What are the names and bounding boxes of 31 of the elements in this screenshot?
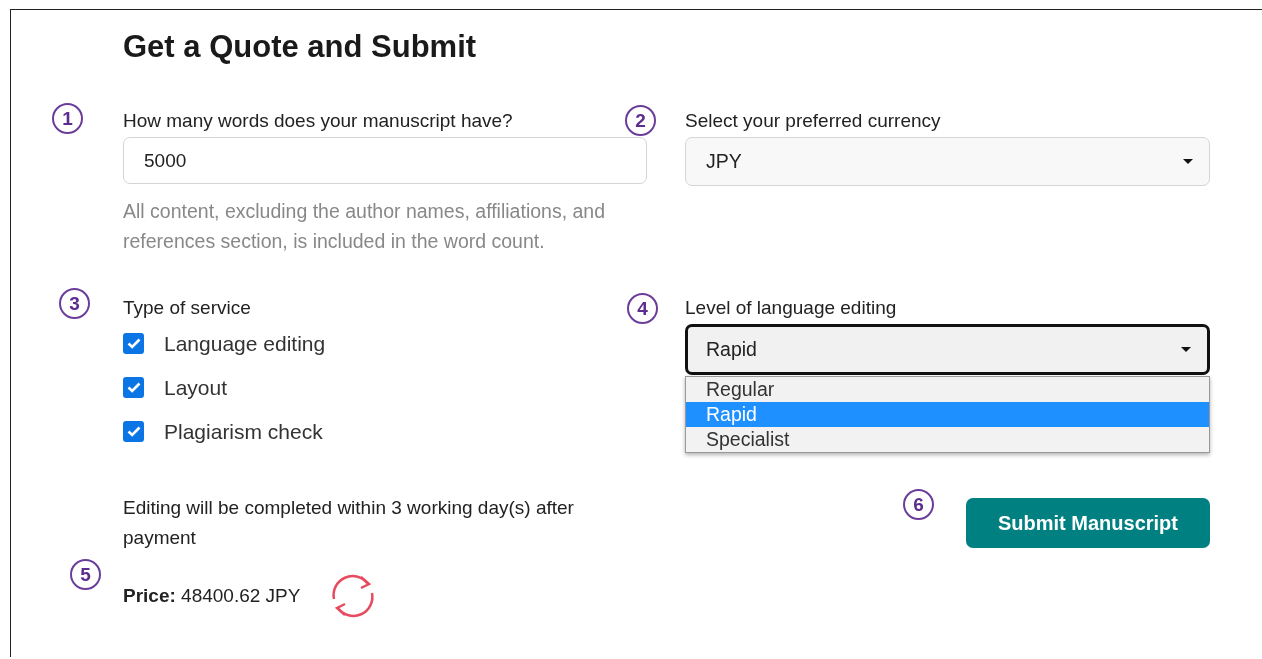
checkbox-label: Layout: [164, 375, 228, 401]
checkbox[interactable]: [123, 333, 144, 354]
page-title: Get a Quote and Submit: [123, 29, 478, 65]
step-number: 4: [627, 293, 658, 324]
checkmark-icon: [126, 382, 141, 393]
field-label: Type of service: [123, 296, 251, 320]
caret-icon: [1183, 158, 1193, 165]
checkbox[interactable]: [123, 377, 144, 398]
step-number: 2: [625, 105, 656, 136]
field-label: Level of language editing: [685, 296, 897, 320]
checkmark-icon: [126, 426, 141, 437]
dropdown-option[interactable]: Specialist: [686, 427, 1209, 452]
field-label: Select your preferred currency: [685, 109, 941, 133]
completion-note: Editing will be completed within 3 working day(s) after payment: [123, 496, 575, 550]
checkbox-label: Plagiarism check: [164, 419, 323, 445]
caret-icon: [1181, 346, 1191, 353]
currency-dropdown[interactable]: JPY: [685, 137, 1210, 186]
editing-level-dropdown[interactable]: Rapid: [685, 324, 1210, 375]
step-number: 1: [52, 103, 83, 134]
help-text: All content, excluding the author names, affiliations, and references section, is included in the word count.: [123, 199, 607, 254]
dropdown-option[interactable]: Regular: [686, 377, 1209, 402]
checkbox-label: Language editing: [164, 331, 326, 357]
checkmark-icon: [126, 338, 141, 349]
step-number: 6: [903, 489, 934, 520]
checkbox[interactable]: [123, 421, 144, 442]
price-text: Price: 48400.62 JPY: [123, 585, 301, 607]
field-label: How many words does your manuscript have?: [123, 109, 513, 133]
word-count-field[interactable]: 5000: [123, 137, 647, 184]
step-number: 5: [70, 559, 101, 590]
step-number: 3: [59, 288, 90, 319]
submit-button[interactable]: Submit Manuscript: [966, 498, 1210, 548]
